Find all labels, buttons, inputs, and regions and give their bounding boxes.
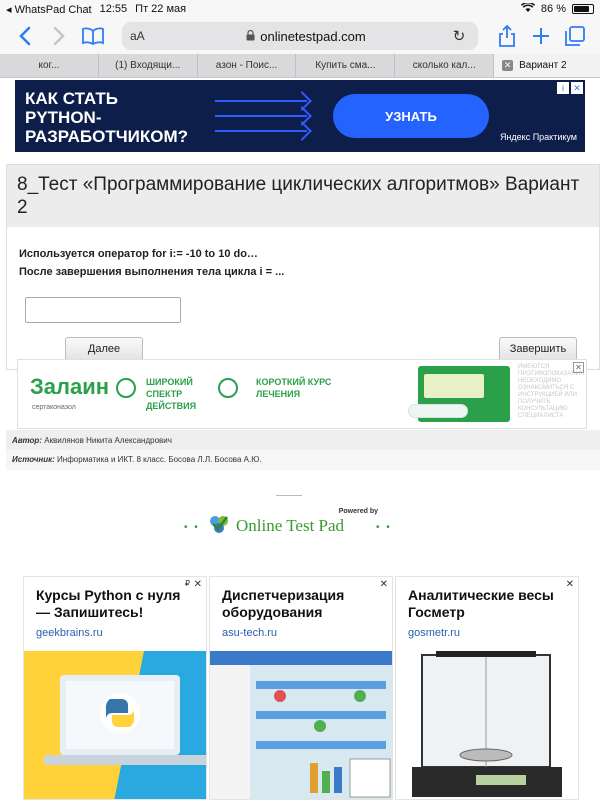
tab-item[interactable]: Купить сма... [295, 54, 394, 77]
source-name: Информатика и ИКТ. 8 класс. Босова Л.Л. … [57, 455, 262, 464]
divider [276, 495, 302, 496]
forward-icon[interactable] [42, 21, 76, 51]
close-icon[interactable]: ✕ [194, 579, 202, 590]
new-tab-icon[interactable] [524, 21, 558, 51]
wifi-icon [520, 1, 536, 16]
banner-line: КАК СТАТЬ [25, 89, 118, 108]
url-text: onlinetestpad.com [260, 28, 366, 44]
answer-input[interactable] [25, 297, 181, 323]
ad-card[interactable]: ✕ Диспетчеризация оборудования asu-tech.… [209, 576, 393, 800]
banner-line: РАЗРАБОТЧИКОМ? [25, 127, 189, 146]
banner-ad[interactable]: КАК СТАТЬ PYTHON- РАЗРАБОТЧИКОМ? УЗНАТЬ … [15, 80, 585, 152]
source-line: Источник: Информатика и ИКТ. 8 класс. Бо… [12, 455, 262, 464]
ad-card-domain[interactable]: asu-tech.ru [210, 621, 392, 641]
ruble-icon: ₽ [184, 579, 190, 588]
analytical-scale-image [396, 651, 578, 799]
address-bar[interactable]: аА onlinetestpad.com ↻ [122, 22, 478, 50]
back-to-app-link[interactable]: ◂ WhatsPad Chat [6, 3, 92, 16]
zalain-claim: ШИРОКИЙ СПЕКТР ДЕЙСТВИЯ [146, 377, 197, 411]
tabs-overview-icon[interactable] [558, 21, 592, 51]
status-time: 12:55 [99, 2, 128, 15]
banner-line: PYTHON- [25, 108, 102, 127]
arrow-right-icon [215, 100, 307, 102]
next-button[interactable]: Далее [65, 337, 143, 361]
checkmark-logo-icon [210, 516, 228, 533]
ad-card-title: Курсы Python с нуля — Запишитесь! [36, 587, 181, 620]
close-icon[interactable]: ✕ [571, 82, 583, 94]
tab-label: Вариант 2 [519, 60, 567, 71]
zalain-subtitle: сертаконазол [32, 404, 76, 411]
ad-card[interactable]: ✕ Аналитические весы Госметр gosmetr.ru [395, 576, 579, 800]
product-tube-image [408, 404, 468, 418]
close-icon[interactable]: ✕ [573, 362, 584, 373]
laptop-python-image [24, 651, 206, 799]
arrow-right-icon [215, 130, 307, 132]
status-bar: ◂ WhatsPad Chat 12:55 Пт 22 мая 86 % [0, 0, 600, 18]
banner-cta-button[interactable]: УЗНАТЬ [333, 94, 489, 138]
close-tab-icon[interactable]: ✕ [502, 60, 514, 71]
share-icon[interactable] [490, 21, 524, 51]
ad-info-icon[interactable]: i [557, 82, 569, 94]
ad-card-title: Аналитические весы Госметр [408, 587, 554, 620]
author-label: Автор: [12, 436, 42, 445]
tab-label: сколько кал... [412, 60, 476, 71]
question-line: Используется оператор for i:= -10 to 10 … [19, 248, 258, 260]
ad-card[interactable]: ₽ ✕ Курсы Python с нуля — Запишитесь! ge… [23, 576, 207, 800]
zalain-claim: КОРОТКИЙ КУРС ЛЕЧЕНИЯ [256, 377, 332, 399]
browser-toolbar: аА onlinetestpad.com ↻ [0, 18, 600, 54]
question-text: Используется оператор for i:= -10 to 10 … [7, 227, 599, 281]
author-line: Автор: Аквилянов Никита Александрович [12, 436, 172, 445]
ad-card-title: Диспетчеризация оборудования [222, 587, 345, 620]
snowflake-icon [116, 378, 136, 398]
zalain-logo: Залаин [30, 374, 110, 399]
dots-decoration: • • [376, 522, 392, 533]
tab-item[interactable]: азон - Поис... [196, 54, 296, 77]
author-name: Аквилянов Никита Александрович [44, 436, 172, 445]
tab-label: Купить сма... [315, 60, 376, 71]
zalain-ad[interactable]: Залаин сертаконазол ШИРОКИЙ СПЕКТР ДЕЙСТ… [17, 359, 587, 429]
status-date: Пт 22 мая [135, 2, 187, 15]
finish-button[interactable]: Завершить [499, 337, 577, 361]
bookmarks-icon[interactable] [76, 21, 110, 51]
tab-label: азон - Поис... [215, 60, 278, 71]
back-app-label: WhatsPad Chat [14, 3, 92, 16]
tab-strip: ког... (1) Входящи... азон - Поис... Куп… [0, 54, 600, 78]
tab-item[interactable]: (1) Входящи... [97, 54, 197, 77]
ad-info: i ✕ [557, 82, 583, 94]
battery-icon [572, 4, 594, 14]
tab-item[interactable]: сколько кал... [394, 54, 493, 77]
dispatch-screen-image [210, 651, 392, 799]
question-line: После завершения выполнения тела цикла i… [19, 266, 285, 278]
ad-card-domain[interactable]: gosmetr.ru [396, 621, 578, 641]
test-panel: 8_Тест «Программирование циклических алг… [6, 164, 600, 370]
banner-text: КАК СТАТЬ PYTHON- РАЗРАБОТЧИКОМ? [25, 89, 188, 146]
online-test-pad-logo[interactable]: • • Powered by Online Test Pad • • [180, 508, 420, 538]
battery-percent: 86 % [540, 3, 566, 15]
close-icon[interactable]: ✕ [566, 579, 574, 590]
reload-icon[interactable]: ↻ [448, 27, 470, 45]
tab-item-active[interactable]: ✕ Вариант 2 [493, 54, 600, 77]
brand-name: Online Test Pad [236, 516, 345, 535]
ad-card-domain[interactable]: geekbrains.ru [24, 621, 206, 641]
powered-by: Powered by [338, 508, 378, 515]
dots-decoration: • • [184, 522, 200, 533]
arrow-right-icon [215, 115, 307, 117]
tab-item[interactable]: ког... [0, 54, 98, 77]
back-icon[interactable] [8, 21, 42, 51]
test-title: 8_Тест «Программирование циклических алг… [7, 165, 599, 227]
source-label: Источник: [12, 455, 55, 464]
lock-icon [246, 29, 255, 44]
close-icon[interactable]: ✕ [380, 579, 388, 590]
banner-brand: Яндекс Практикум [499, 132, 577, 142]
tab-label: ког... [38, 60, 60, 71]
tab-label: (1) Входящи... [115, 60, 181, 71]
leaf-icon [218, 378, 238, 398]
text-size-button[interactable]: аА [130, 29, 164, 43]
